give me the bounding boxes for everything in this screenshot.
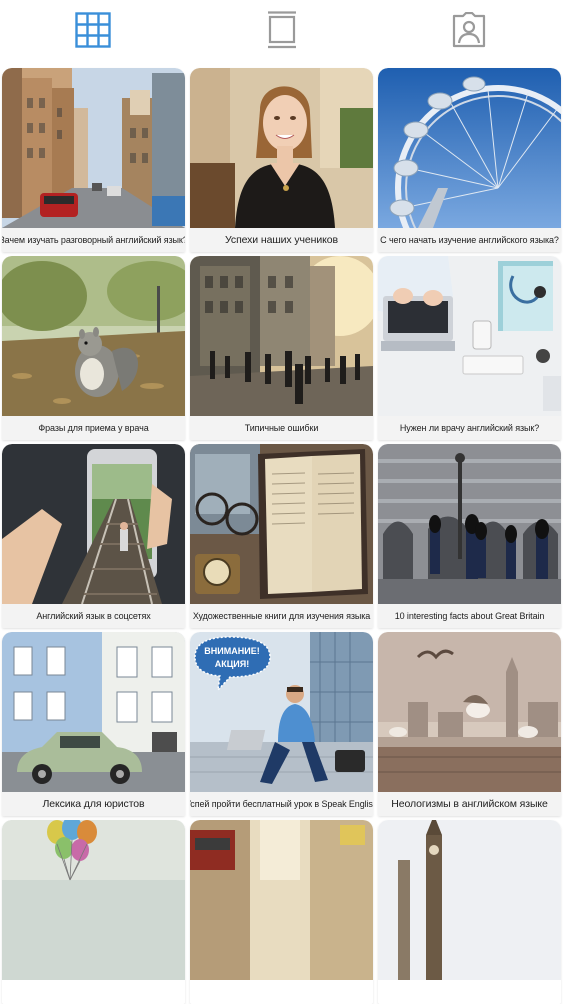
post-tile[interactable]: ВНИМАНИЕ! АКЦИЯ! Успей пройти бесплатный… — [190, 632, 373, 816]
tab-tagged[interactable] — [449, 10, 489, 50]
royal-guards-photo — [378, 444, 561, 604]
squirrel-park-photo — [2, 256, 185, 416]
tagged-person-icon — [452, 12, 486, 48]
seagulls-london-photo — [378, 632, 561, 792]
post-tile[interactable]: Типичные ошибки — [190, 256, 373, 440]
crowded-street-photo — [190, 256, 373, 416]
old-books-glasses-photo — [190, 444, 373, 604]
ferris-wheel-photo — [378, 68, 561, 228]
post-caption: Нужен ли врачу английский язык? — [378, 416, 561, 440]
smiling-woman-photo — [190, 68, 373, 228]
post-tile[interactable]: Лексика для юристов — [2, 632, 185, 816]
profile-tab-bar — [0, 0, 563, 62]
green-retro-car-photo — [2, 632, 185, 792]
post-caption: Неологизмы в английском языке — [378, 792, 561, 816]
post-caption: Успей пройти бесплатный урок в Speak Eng… — [190, 792, 373, 816]
post-caption: Успехи наших учеников — [190, 228, 373, 252]
man-laptop-promo-photo: ВНИМАНИЕ! АКЦИЯ! — [190, 632, 373, 792]
post-tile[interactable]: С чего начать изучение английского языка… — [378, 68, 561, 252]
post-caption: С чего начать изучение английского языка… — [378, 228, 561, 252]
post-tile[interactable]: Неологизмы в английском языке — [378, 632, 561, 816]
doctor-desk-photo — [378, 256, 561, 416]
post-tile[interactable]: Фразы для приема у врача — [2, 256, 185, 440]
bus-street-photo — [190, 820, 373, 980]
post-caption: Английский язык в соцсетях — [2, 604, 185, 628]
post-caption: Художественные книги для изучения языка — [190, 604, 373, 628]
post-tile[interactable]: Художественные книги для изучения языка — [190, 444, 373, 628]
post-caption: 10 interesting facts about Great Britain — [378, 604, 561, 628]
promo-bubble-title: ВНИМАНИЕ! — [204, 646, 259, 656]
post-tile[interactable] — [190, 820, 373, 1004]
post-tile[interactable] — [2, 820, 185, 1004]
post-tile[interactable]: 10 interesting facts about Great Britain — [378, 444, 561, 628]
phone-railway-photo — [2, 444, 185, 604]
post-tile[interactable]: Нужен ли врачу английский язык? — [378, 256, 561, 440]
tab-grid[interactable] — [73, 10, 113, 50]
single-post-icon — [268, 11, 296, 49]
tab-feed[interactable] — [262, 10, 302, 50]
grid-icon — [75, 12, 111, 48]
post-tile[interactable]: Английский язык в соцсетях — [2, 444, 185, 628]
post-tile[interactable]: Успехи наших учеников — [190, 68, 373, 252]
post-tile[interactable] — [378, 820, 561, 1004]
post-caption: Зачем изучать разговорный английский язы… — [2, 228, 185, 252]
big-ben-photo — [378, 820, 561, 980]
promo-bubble-subtitle: АКЦИЯ! — [215, 659, 250, 669]
balloons-photo — [2, 820, 185, 980]
post-caption: Фразы для приема у врача — [2, 416, 185, 440]
post-caption: Типичные ошибки — [190, 416, 373, 440]
london-street-photo — [2, 68, 185, 228]
post-tile[interactable]: Зачем изучать разговорный английский язы… — [2, 68, 185, 252]
post-caption: Лексика для юристов — [2, 792, 185, 816]
